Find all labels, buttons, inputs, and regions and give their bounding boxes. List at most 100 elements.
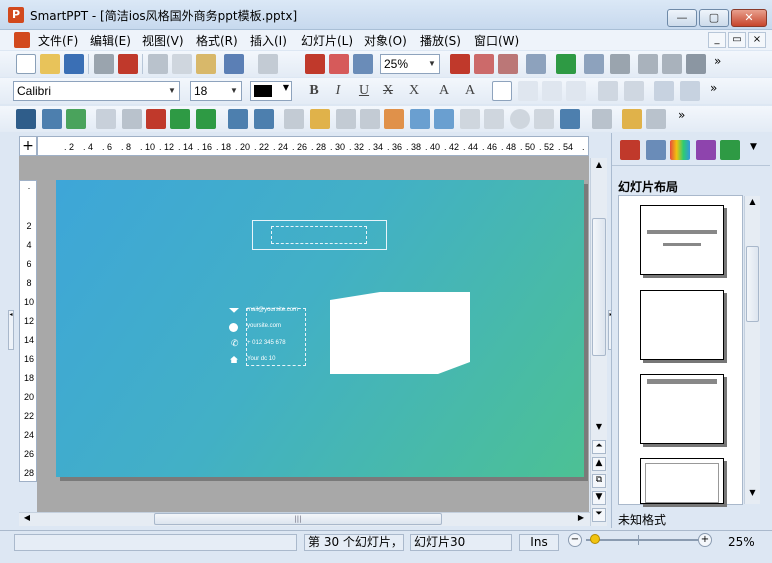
scroll-up-icon[interactable]: ▲ [593, 160, 605, 172]
align-center-icon[interactable] [518, 81, 538, 101]
font-name-combo[interactable]: Calibri ▼ [13, 81, 180, 101]
zoom-tool-icon[interactable] [329, 54, 349, 74]
toolbar-more-icon[interactable]: » [714, 54, 721, 68]
slide-number-icon[interactable] [305, 54, 325, 74]
open-folder-icon[interactable] [40, 54, 60, 74]
vertical-scroll-thumb[interactable] [592, 218, 606, 356]
line-icon[interactable] [284, 109, 304, 129]
ruler-origin-icon[interactable]: + [19, 136, 37, 156]
group-icon[interactable] [592, 109, 612, 129]
new-file-icon[interactable] [16, 54, 36, 74]
maximize-button[interactable]: ▢ [699, 9, 729, 27]
layout-blank[interactable] [640, 290, 724, 360]
mdi-restore-button[interactable]: ▭ [728, 32, 746, 48]
ungroup-icon[interactable] [646, 109, 666, 129]
chevron-down-icon[interactable]: ▼ [750, 142, 757, 152]
curved-connector-icon[interactable] [434, 109, 454, 129]
elbow-connector-icon[interactable] [410, 109, 430, 129]
align-right-icon[interactable] [542, 81, 562, 101]
align-justify-icon[interactable] [566, 81, 586, 101]
horizontal-ruler[interactable]: . 2 . 4 . 6 . 8 . 10 . 12 . 14 . 16 . 18… [37, 136, 589, 156]
redo-icon[interactable] [258, 54, 278, 74]
left-splitter-handle[interactable]: ◂ [8, 310, 14, 350]
menu-edit[interactable]: 编辑(E) [90, 32, 131, 49]
list-icon[interactable] [498, 54, 518, 74]
layout-scroll-thumb[interactable] [746, 246, 759, 322]
underline-icon[interactable]: U [354, 81, 374, 101]
undo-icon[interactable] [224, 54, 244, 74]
zoom-combo[interactable]: 25% ▼ [380, 54, 440, 74]
text-color-picker[interactable]: ▼ [250, 81, 292, 101]
export-pdf-icon[interactable] [118, 54, 138, 74]
bold-icon[interactable]: B [304, 81, 324, 101]
decrease-indent-icon[interactable] [598, 81, 618, 101]
bullet-icon[interactable] [474, 54, 494, 74]
layout-content-only[interactable] [640, 458, 724, 504]
zoom-slider-handle[interactable] [590, 534, 600, 544]
ellipse-icon[interactable] [510, 109, 530, 129]
align-left-icon[interactable] [492, 81, 512, 101]
menu-object[interactable]: 对象(O) [364, 32, 407, 49]
menu-view[interactable]: 视图(V) [142, 32, 184, 49]
shapes-icon[interactable] [534, 109, 554, 129]
animation-panel-icon[interactable] [696, 140, 716, 160]
numbered-list-icon[interactable] [680, 81, 700, 101]
slide-canvas[interactable]: mail@yoursite.com yoursite.com ✆ + 012 3… [56, 180, 584, 477]
title-placeholder[interactable] [252, 220, 387, 250]
document-icon[interactable] [14, 32, 30, 48]
select-object-icon[interactable] [16, 109, 36, 129]
spell-check-icon[interactable] [584, 54, 604, 74]
vertical-ruler[interactable]: · 2 4 6 8 10 12 14 16 18 20 22 24 26 28 [19, 180, 37, 482]
menu-format[interactable]: 格式(R) [196, 32, 238, 49]
grow-font-icon[interactable]: A [434, 81, 454, 101]
horizontal-scrollbar[interactable]: ◀ ||| ▶ [19, 512, 590, 526]
text-frame-icon[interactable] [638, 54, 658, 74]
status-insert-mode[interactable]: Ins [519, 534, 559, 551]
design-panel-icon[interactable] [646, 140, 666, 160]
strikethrough-icon[interactable]: X [378, 81, 398, 101]
formula-icon[interactable] [122, 109, 142, 129]
layout-title-content[interactable] [640, 374, 724, 444]
freehand-icon[interactable] [310, 109, 330, 129]
italic-icon[interactable]: I [328, 81, 348, 101]
shrink-font-icon[interactable]: A [460, 81, 480, 101]
format-painter-icon[interactable] [526, 54, 546, 74]
print-icon[interactable] [94, 54, 114, 74]
color-scheme-icon[interactable] [670, 140, 690, 160]
menu-window[interactable]: 窗口(W) [474, 32, 519, 49]
last-slide-icon[interactable]: ⏷ [592, 508, 606, 522]
paragraph-marks-icon[interactable] [556, 54, 576, 74]
mdi-minimize-button[interactable]: _ [708, 32, 726, 48]
chart-icon[interactable] [610, 54, 630, 74]
previous-slide-icon[interactable]: ▲ [592, 457, 606, 471]
clear-format-icon[interactable]: X [404, 81, 424, 101]
vertical-scrollbar[interactable]: ▲ ▼ ⏶ ▲ ⧉ ▼ ⏷ [590, 158, 607, 526]
mdi-close-button[interactable]: × [748, 32, 766, 48]
table-icon[interactable] [42, 109, 62, 129]
first-slide-icon[interactable]: ⏶ [592, 440, 606, 454]
rectangle-icon[interactable] [460, 109, 480, 129]
slide-list-icon[interactable]: ⧉ [592, 474, 606, 488]
zoom-out-icon[interactable]: − [568, 533, 582, 547]
minimize-button[interactable]: — [667, 9, 697, 27]
scroll-down-icon[interactable]: ▼ [746, 488, 759, 500]
save-icon[interactable] [64, 54, 84, 74]
menu-play[interactable]: 播放(S) [420, 32, 461, 49]
scroll-down-icon[interactable]: ▼ [593, 422, 605, 434]
image-icon[interactable] [66, 109, 86, 129]
ole-object-icon[interactable] [96, 109, 116, 129]
layout-panel-icon[interactable] [620, 140, 640, 160]
menu-file[interactable]: 文件(F) [38, 32, 78, 49]
copy-icon[interactable] [172, 54, 192, 74]
wordart-icon[interactable] [560, 109, 580, 129]
star-icon[interactable] [622, 109, 642, 129]
font-size-combo[interactable]: 18 ▼ [190, 81, 242, 101]
zoom-slider[interactable] [586, 539, 698, 541]
frame-icon[interactable] [228, 109, 248, 129]
paste-icon[interactable] [196, 54, 216, 74]
page-icon[interactable] [662, 54, 682, 74]
horizontal-scroll-thumb[interactable]: ||| [154, 513, 442, 525]
cut-icon[interactable] [148, 54, 168, 74]
toolbar-more-icon[interactable]: » [678, 108, 685, 122]
toolbar-more-icon[interactable]: » [710, 81, 717, 95]
